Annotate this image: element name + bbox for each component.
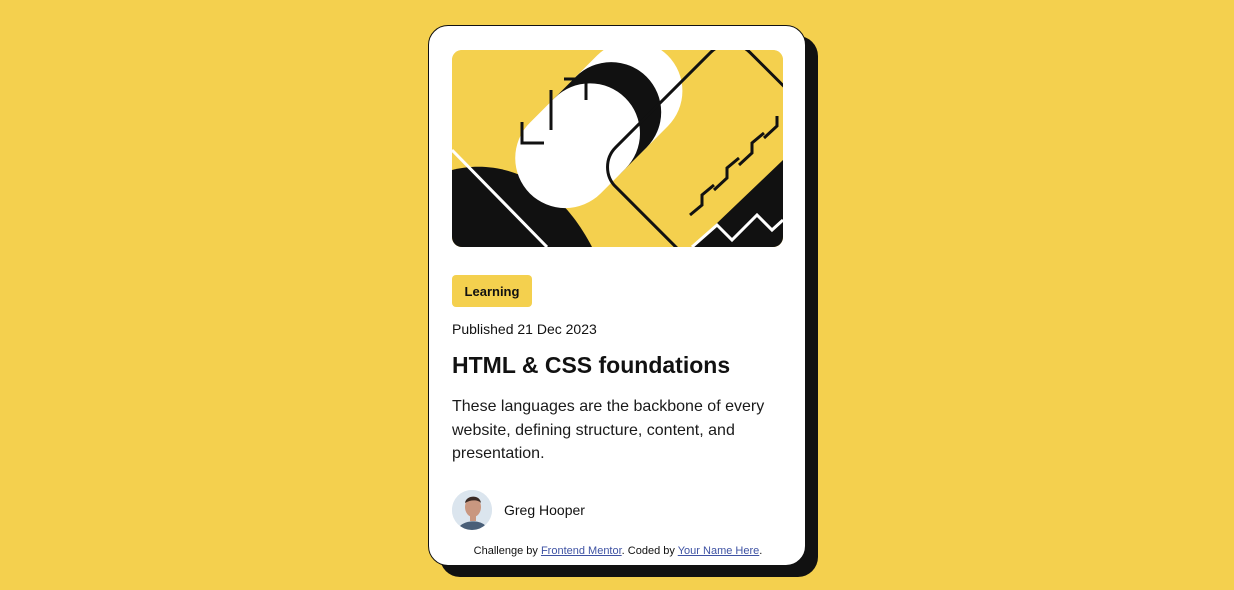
frontend-mentor-link[interactable]: Frontend Mentor (541, 545, 622, 557)
blog-card: Learning Published 21 Dec 2023 HTML & CS… (428, 25, 806, 566)
attribution: Challenge by Frontend Mentor. Coded by Y… (429, 545, 805, 557)
hero-illustration-icon (452, 50, 783, 247)
article-title[interactable]: HTML & CSS foundations (452, 352, 730, 379)
article-description: These languages are the backbone of ever… (452, 398, 765, 462)
published-date: Published 21 Dec 2023 (452, 321, 597, 337)
avatar-icon (452, 490, 492, 530)
attribution-middle: . Coded by (621, 545, 678, 557)
attribution-prefix: Challenge by (473, 545, 541, 557)
category-tag: Learning (452, 275, 532, 307)
attribution-suffix: . (759, 545, 763, 557)
author-link[interactable]: Your Name Here (678, 545, 760, 557)
blog-card-wrapper: Learning Published 21 Dec 2023 HTML & CS… (428, 25, 818, 577)
author-name: Greg Hooper (504, 502, 585, 518)
